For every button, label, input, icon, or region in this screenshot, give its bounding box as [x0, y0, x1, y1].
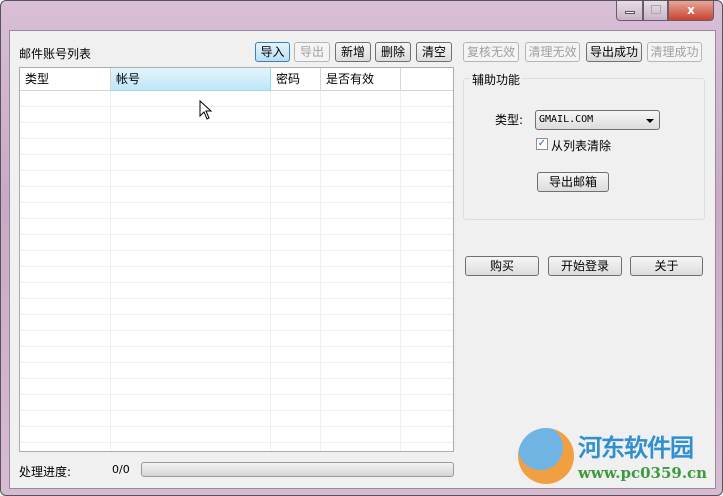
recheck-invalid-button[interactable]: 复核无效 [463, 42, 519, 62]
table-row[interactable] [20, 187, 453, 203]
column-header-type[interactable]: 类型 [20, 68, 111, 91]
progress-bar [141, 462, 454, 477]
table-row[interactable] [20, 107, 453, 123]
type-label: 类型: [495, 113, 524, 127]
start-login-button[interactable]: 开始登录 [548, 256, 622, 276]
aux-title: 辅助功能 [470, 71, 523, 88]
column-header-password[interactable]: 密码 [271, 68, 321, 91]
type-select[interactable]: GMAIL.COM [535, 110, 660, 130]
minimize-button[interactable] [616, 1, 643, 21]
watermark-logo: 河东软件园 www.pc0359.cn [518, 426, 718, 492]
minimize-icon [625, 11, 635, 14]
table-row[interactable] [20, 363, 453, 379]
table-row[interactable] [20, 219, 453, 235]
buy-button[interactable]: 购买 [465, 256, 539, 276]
list-title: 邮件账号列表 [19, 47, 92, 61]
table-row[interactable] [20, 411, 453, 427]
table-row[interactable] [20, 155, 453, 171]
add-button[interactable]: 新增 [335, 42, 371, 62]
table-row[interactable] [20, 427, 453, 443]
table-row[interactable] [20, 331, 453, 347]
column-header-blank [401, 68, 453, 91]
about-button[interactable]: 关于 [630, 256, 703, 276]
column-header-valid[interactable]: 是否有效 [321, 68, 401, 91]
clean-invalid-button[interactable]: 清理无效 [525, 42, 580, 62]
table-row[interactable] [20, 171, 453, 187]
table-row[interactable] [20, 299, 453, 315]
column-header-account[interactable]: 帐号 [111, 68, 271, 91]
chevron-down-icon [646, 119, 654, 123]
progress-label: 处理进度: [19, 465, 72, 479]
table-row[interactable] [20, 251, 453, 267]
progress-value: 0/0 [112, 463, 130, 476]
export-button[interactable]: 导出 [294, 42, 330, 62]
remove-from-list-label[interactable]: 从列表清除 [551, 137, 611, 154]
import-button[interactable]: 导入 [255, 42, 290, 62]
type-select-value: GMAIL.COM [539, 114, 594, 125]
account-table[interactable]: 类型 帐号 密码 是否有效 [19, 67, 454, 452]
close-button[interactable]: x [668, 1, 714, 21]
export-mailbox-button[interactable]: 导出邮箱 [537, 172, 609, 192]
table-row[interactable] [20, 91, 453, 107]
maximize-button[interactable] [643, 1, 668, 21]
mouse-cursor-icon [199, 100, 213, 120]
table-row[interactable] [20, 283, 453, 299]
table-row[interactable] [20, 443, 453, 451]
table-row[interactable] [20, 123, 453, 139]
table-row[interactable] [20, 235, 453, 251]
export-success-button[interactable]: 导出成功 [586, 42, 642, 62]
table-row[interactable] [20, 203, 453, 219]
table-row[interactable] [20, 315, 453, 331]
table-row[interactable] [20, 139, 453, 155]
delete-button[interactable]: 删除 [375, 42, 411, 62]
maximize-icon [651, 5, 661, 14]
clean-success-button[interactable]: 清理成功 [647, 42, 702, 62]
table-row[interactable] [20, 347, 453, 363]
remove-from-list-checkbox[interactable]: ✓ [536, 138, 548, 150]
table-row[interactable] [20, 267, 453, 283]
table-row[interactable] [20, 395, 453, 411]
table-row[interactable] [20, 379, 453, 395]
clear-button[interactable]: 清空 [416, 42, 452, 62]
